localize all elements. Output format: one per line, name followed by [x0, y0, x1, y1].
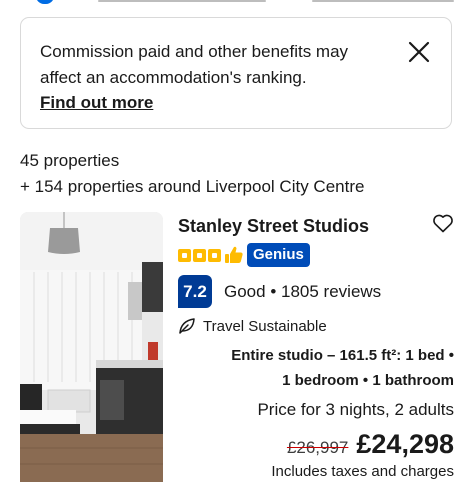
save-favourite-button[interactable]: [431, 211, 455, 235]
close-icon: [408, 41, 430, 63]
studio-room-image: [20, 212, 163, 482]
taxes-note: Includes taxes and charges: [271, 463, 454, 480]
sustainable-label: Travel Sustainable: [203, 317, 327, 335]
review-summary[interactable]: Good • 1805 reviews: [224, 280, 381, 304]
star-square-icon: [178, 248, 191, 262]
divider: [312, 0, 454, 2]
price-for-label: Price for 3 nights, 2 adults: [257, 400, 454, 419]
nearby-count: + 154 properties around Liverpool City C…: [20, 177, 365, 196]
thumbs-up-icon: [225, 246, 243, 263]
room-details-line: 1 bedroom • 1 bathroom: [282, 372, 454, 389]
active-indicator: [36, 0, 54, 4]
star-square-icon: [208, 248, 221, 262]
close-button[interactable]: [407, 40, 431, 64]
discounted-price: £24,298: [356, 429, 454, 459]
property-photo[interactable]: [20, 212, 163, 482]
notice-message: Commission paid and other benefits may a…: [40, 42, 349, 87]
ranking-notice: Commission paid and other benefits may a…: [20, 17, 452, 129]
original-price: £26,997: [286, 438, 349, 457]
top-scroll-indicator: [0, 0, 474, 6]
score-word: Good: [224, 282, 266, 301]
price-row: £26,997 £24,298: [287, 429, 454, 461]
find-out-more-link[interactable]: Find out more: [40, 91, 153, 115]
rating-row: Genius: [178, 243, 310, 267]
property-name[interactable]: Stanley Street Studios: [178, 214, 369, 238]
bullet-separator: •: [270, 282, 277, 301]
review-count: 1805 reviews: [281, 282, 382, 301]
leaf-icon: [179, 318, 195, 334]
room-description: Entire studio – 161.5 ft²: 1 bed • 1 bed…: [204, 343, 454, 393]
star-square-icon: [193, 248, 206, 262]
heart-icon: [433, 214, 453, 233]
genius-badge: Genius: [247, 243, 310, 267]
property-count: 45 properties: [20, 151, 120, 170]
room-type-line: Entire studio – 161.5 ft²: 1 bed •: [231, 347, 454, 364]
review-score-badge: 7.2: [178, 275, 212, 308]
divider: [98, 0, 266, 2]
travel-sustainable-badge: Travel Sustainable: [178, 315, 327, 337]
